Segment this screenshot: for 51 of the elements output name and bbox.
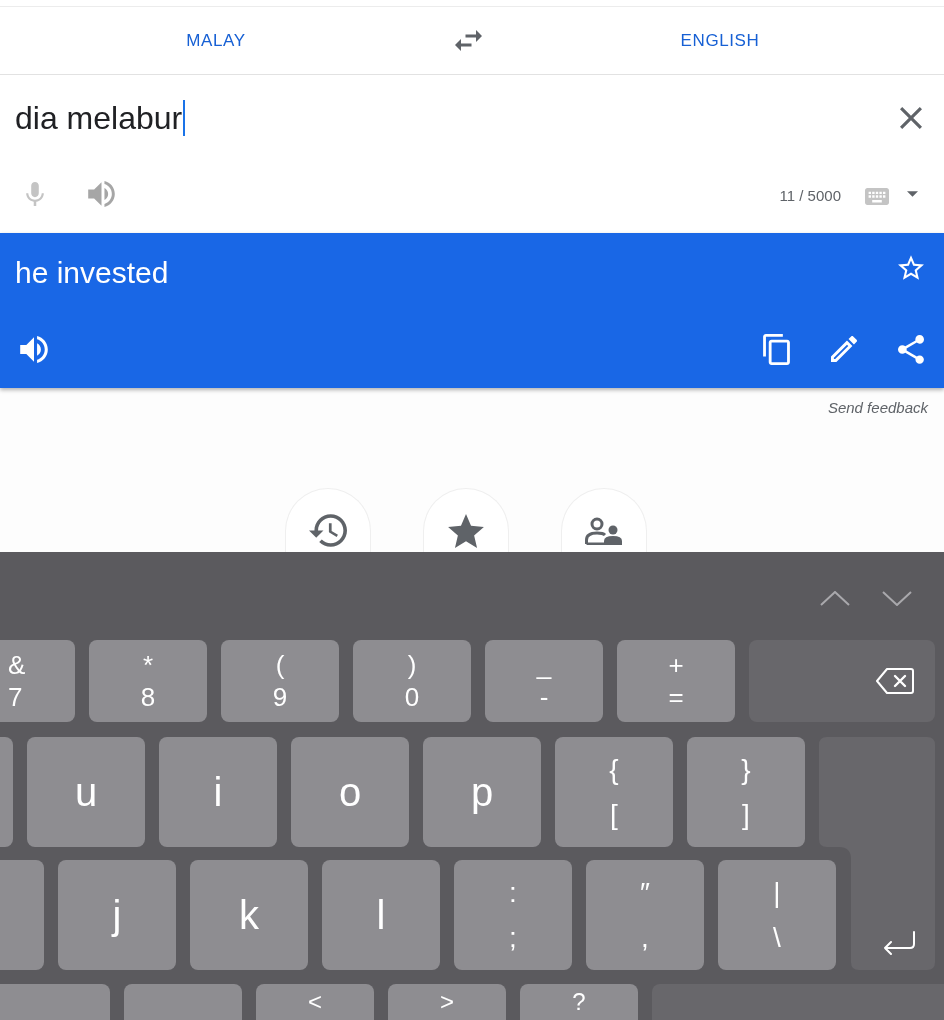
copy-icon[interactable] bbox=[763, 333, 790, 365]
star-icon bbox=[448, 514, 484, 548]
star-button[interactable] bbox=[423, 488, 509, 552]
people-button[interactable] bbox=[561, 488, 647, 552]
microphone-icon[interactable] bbox=[26, 182, 44, 206]
keyboard-key[interactable]: l bbox=[322, 860, 440, 970]
close-icon bbox=[900, 107, 922, 129]
keyboard-key[interactable]: * 8 bbox=[89, 640, 207, 722]
star-icon[interactable] bbox=[898, 255, 924, 280]
keyboard-key[interactable]: ? bbox=[520, 984, 638, 1020]
target-language-tab[interactable]: ENGLISH bbox=[680, 27, 760, 54]
backspace-icon bbox=[876, 668, 914, 694]
keyboard-key[interactable]: } ] bbox=[687, 737, 805, 847]
text-cursor bbox=[183, 100, 186, 136]
keyboard-key[interactable]: + = bbox=[617, 640, 735, 722]
keyboard-key[interactable]: i bbox=[159, 737, 277, 847]
pencil-icon[interactable] bbox=[831, 336, 857, 362]
keyboard-key[interactable]: o bbox=[291, 737, 409, 847]
keyboard-key[interactable]: : ; bbox=[454, 860, 572, 970]
keyboard-key[interactable]: ( 9 bbox=[221, 640, 339, 722]
keyboard-icon[interactable] bbox=[865, 187, 889, 205]
keyboard-key[interactable]: j bbox=[58, 860, 176, 970]
keyboard-key[interactable]: | \ bbox=[718, 860, 836, 970]
swap-icon bbox=[454, 30, 482, 51]
caret-icon[interactable] bbox=[907, 191, 918, 197]
chevron-down-icon[interactable] bbox=[882, 590, 912, 606]
speaker-icon[interactable] bbox=[88, 181, 115, 207]
people-icon bbox=[585, 517, 623, 545]
keyboard-key[interactable]: & 7 bbox=[0, 640, 75, 722]
keyboard-key[interactable]: ) 0 bbox=[353, 640, 471, 722]
source-language-tab[interactable]: MALAY bbox=[186, 27, 246, 54]
source-text-input[interactable]: dia melabur bbox=[15, 98, 186, 138]
keyboard-key[interactable]: { [ bbox=[555, 737, 673, 847]
history-icon bbox=[309, 514, 347, 547]
speaker-icon[interactable] bbox=[20, 335, 48, 363]
chevron-up-icon[interactable] bbox=[820, 590, 850, 606]
return-icon bbox=[882, 931, 916, 955]
clear-button[interactable] bbox=[900, 107, 922, 129]
keyboard-key[interactable]: k bbox=[190, 860, 308, 970]
keyboard-key[interactable]: u bbox=[27, 737, 145, 847]
keyboard-key[interactable]: < bbox=[256, 984, 374, 1020]
keyboard-key[interactable]: ″ , bbox=[586, 860, 704, 970]
translation-text: he invested bbox=[15, 255, 169, 291]
share-icon[interactable] bbox=[898, 334, 924, 364]
send-feedback-link[interactable]: Send feedback bbox=[827, 398, 928, 418]
enter-key[interactable] bbox=[819, 737, 935, 970]
keyboard-key[interactable]: _ - bbox=[485, 640, 603, 722]
keyboard-key[interactable]: > bbox=[388, 984, 506, 1020]
character-count: 11 / 5000 bbox=[779, 185, 841, 206]
history-button[interactable] bbox=[285, 488, 371, 552]
keyboard-key[interactable]: p bbox=[423, 737, 541, 847]
